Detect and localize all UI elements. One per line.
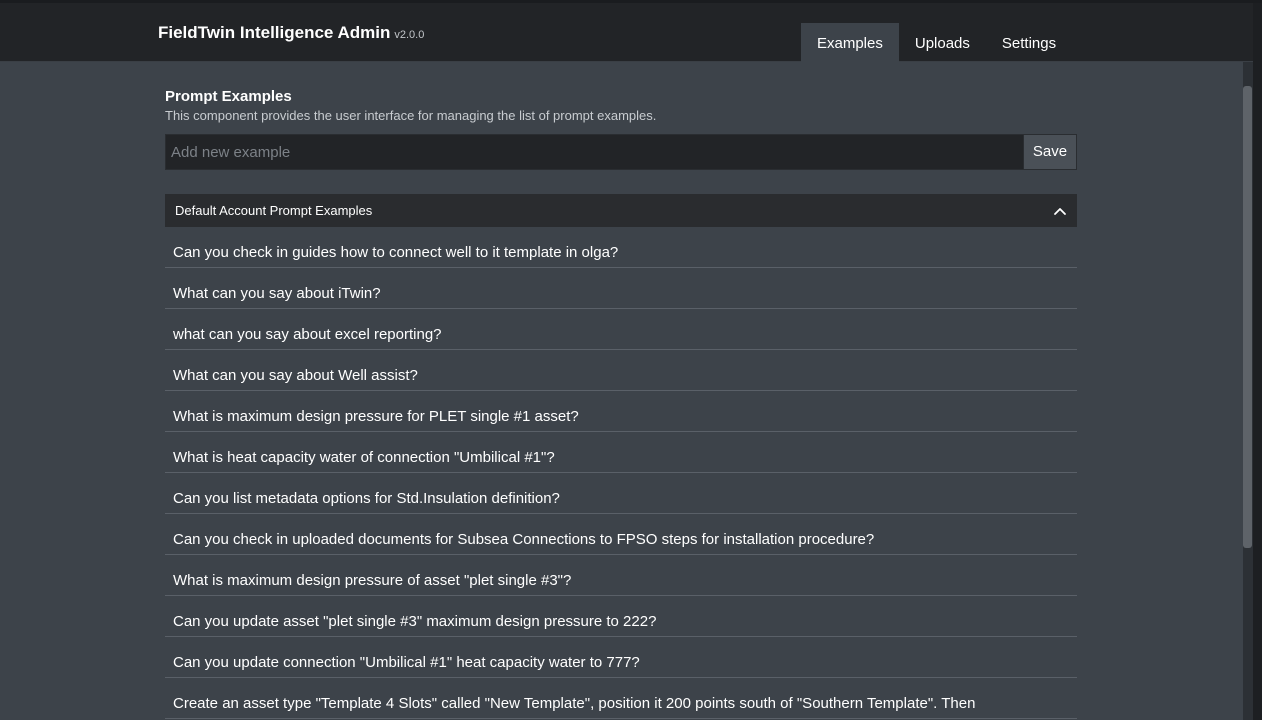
- add-example-form: Save: [165, 134, 1077, 170]
- page-title: Prompt Examples: [165, 88, 292, 105]
- app-title: FieldTwin Intelligence Admin v2.0.0: [158, 23, 424, 43]
- list-item[interactable]: Create an asset type "Template 4 Slots" …: [165, 678, 1077, 719]
- list-item[interactable]: Can you list metadata options for Std.In…: [165, 473, 1077, 514]
- app-version: v2.0.0: [394, 29, 425, 41]
- app-header: FieldTwin Intelligence Admin v2.0.0 Examp…: [0, 3, 1253, 62]
- prompt-examples-list: Can you check in guides how to connect w…: [165, 227, 1077, 719]
- window-scrollbar-track[interactable]: [1253, 3, 1262, 720]
- list-item[interactable]: What can you say about iTwin?: [165, 268, 1077, 309]
- save-button[interactable]: Save: [1023, 134, 1077, 170]
- main-content: Prompt Examples This component provides …: [165, 62, 1077, 719]
- list-item[interactable]: what can you say about excel reporting?: [165, 309, 1077, 350]
- list-item[interactable]: Can you update asset "plet single #3" ma…: [165, 596, 1077, 637]
- list-item[interactable]: What can you say about Well assist?: [165, 350, 1077, 391]
- new-example-input[interactable]: [165, 134, 1023, 170]
- list-item[interactable]: Can you update connection "Umbilical #1"…: [165, 637, 1077, 678]
- tab-settings[interactable]: Settings: [986, 23, 1072, 62]
- chevron-up-icon[interactable]: [1053, 204, 1067, 218]
- panel-title: Default Account Prompt Examples: [175, 203, 373, 218]
- list-item[interactable]: Can you check in uploaded documents for …: [165, 514, 1077, 555]
- nav-tabs: Examples Uploads Settings: [801, 23, 1072, 62]
- tab-examples[interactable]: Examples: [801, 23, 899, 62]
- list-item[interactable]: Can you check in guides how to connect w…: [165, 227, 1077, 268]
- list-item[interactable]: What is maximum design pressure for PLET…: [165, 391, 1077, 432]
- panel-header[interactable]: Default Account Prompt Examples: [165, 194, 1077, 227]
- tab-uploads[interactable]: Uploads: [899, 23, 986, 62]
- list-item[interactable]: What is heat capacity water of connectio…: [165, 432, 1077, 473]
- app-title-text: FieldTwin Intelligence Admin: [158, 23, 391, 42]
- page-description: This component provides the user interfa…: [165, 108, 657, 123]
- list-item[interactable]: What is maximum design pressure of asset…: [165, 555, 1077, 596]
- scrollbar-thumb[interactable]: [1243, 86, 1252, 548]
